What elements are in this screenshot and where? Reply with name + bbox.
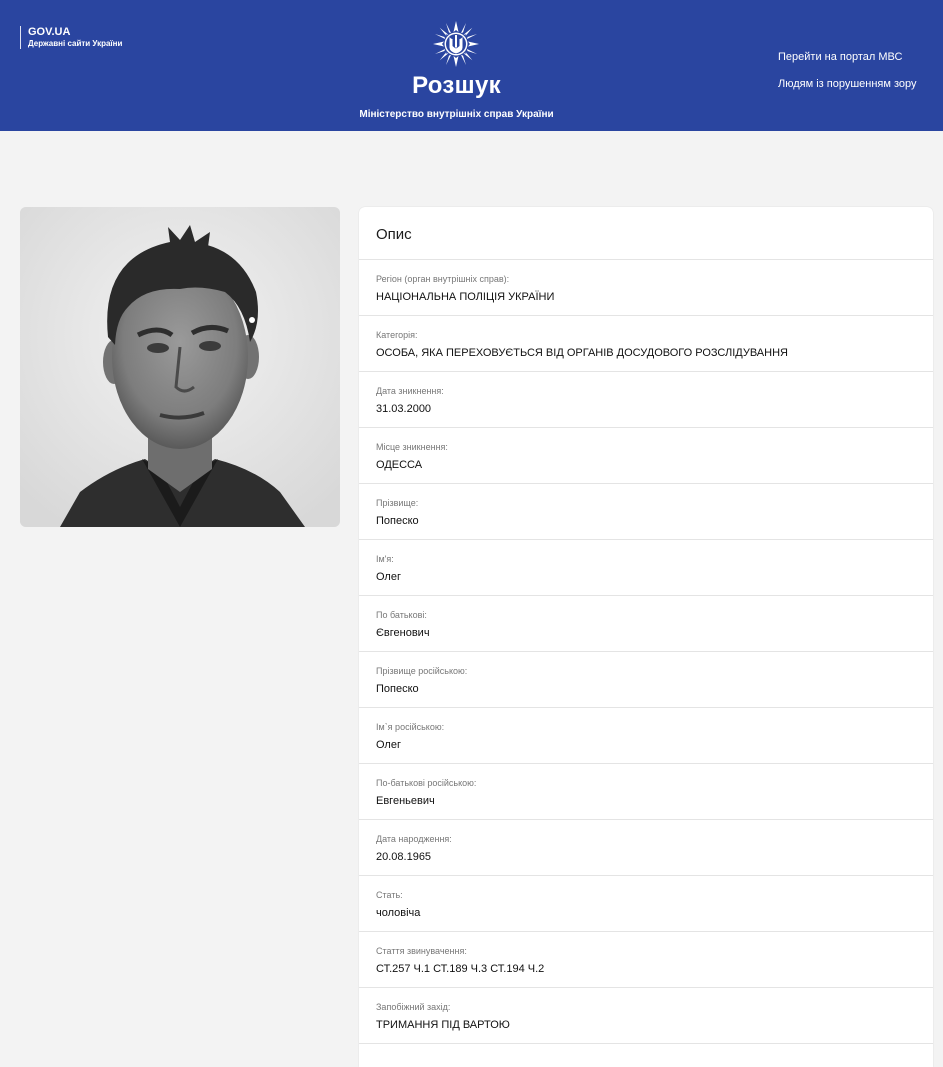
field-value: Попеско xyxy=(376,515,419,527)
field-first-name-russian: Ім`я російською: Олег xyxy=(359,708,933,764)
field-value: ОДЕССА xyxy=(376,459,423,471)
field-label: Ім'я: xyxy=(376,554,394,564)
field-label: Ім`я російською: xyxy=(376,722,445,732)
field-surname-russian: Прізвище російською: Попеско xyxy=(359,652,933,708)
field-disappearance-date: Дата зникнення: 31.03.2000 xyxy=(359,372,933,428)
field-label: Прізвище: xyxy=(376,498,419,508)
field-label: Стать: xyxy=(376,890,403,900)
field-label: Дата зникнення: xyxy=(376,386,444,396)
field-value: Олег xyxy=(376,571,401,583)
gov-ua-subtitle: Державні сайти України xyxy=(28,39,123,48)
field-label: По-батькові російською: xyxy=(376,778,477,788)
card-title: Опис xyxy=(359,207,933,260)
field-label: По батькові: xyxy=(376,610,427,620)
field-label: Дата народження: xyxy=(376,834,452,844)
field-value: Евгеньевич xyxy=(376,795,435,807)
field-disappearance-place: Місце зникнення: ОДЕССА xyxy=(359,428,933,484)
field-charge-article: Стаття звинувачення: СТ.257 Ч.1 СТ.189 Ч… xyxy=(359,932,933,988)
field-birth-date: Дата народження: 20.08.1965 xyxy=(359,820,933,876)
field-patronymic: По батькові: Євгенович xyxy=(359,596,933,652)
person-photo xyxy=(20,207,340,527)
field-label: Категорія: xyxy=(376,330,418,340)
gov-ua-title: GOV.UA xyxy=(28,26,71,38)
field-surname: Прізвище: Попеско xyxy=(359,484,933,540)
mvs-portal-link[interactable]: Перейти на портал МВС xyxy=(778,51,902,63)
field-value: СТ.257 Ч.1 СТ.189 Ч.3 СТ.194 Ч.2 xyxy=(376,963,545,975)
accessibility-link[interactable]: Людям із порушенням зору xyxy=(778,78,917,90)
field-value: чоловіча xyxy=(376,907,421,919)
field-value: Євгенович xyxy=(376,627,430,639)
field-label: Місце зникнення: xyxy=(376,442,448,452)
site-subtitle: Міністерство внутрішніх справ України xyxy=(359,109,554,120)
field-label: Регіон (орган внутрішніх справ): xyxy=(376,274,510,284)
field-region: Регіон (орган внутрішніх справ): НАЦІОНА… xyxy=(359,260,933,316)
field-first-name: Ім'я: Олег xyxy=(359,540,933,596)
field-category: Категорія: ОСОБА, ЯКА ПЕРЕХОВУЄТЬСЯ ВІД … xyxy=(359,316,933,372)
gov-ua-logo[interactable]: GOV.UA Державні сайти України xyxy=(20,26,122,49)
site-title[interactable]: Розшук xyxy=(0,72,913,100)
field-label: Прізвище російською: xyxy=(376,666,468,676)
field-value: НАЦІОНАЛЬНА ПОЛІЦІЯ УКРАЇНИ xyxy=(376,291,555,303)
field-patronymic-russian: По-батькові російською: Евгеньевич xyxy=(359,764,933,820)
field-label: Запобіжний захід: xyxy=(376,1002,451,1012)
field-sex: Стать: чоловіча xyxy=(359,876,933,932)
field-value: Олег xyxy=(376,739,401,751)
site-header: GOV.UA Державні сайти України Розшук Мін… xyxy=(0,0,943,131)
field-label: Стаття звинувачення: xyxy=(376,946,467,956)
field-value: Попеско xyxy=(376,683,419,695)
field-value: ТРИМАННЯ ПІД ВАРТОЮ xyxy=(376,1019,510,1031)
field-value: 20.08.1965 xyxy=(376,851,432,863)
field-value: 31.03.2000 xyxy=(376,403,432,415)
field-value: ОСОБА, ЯКА ПЕРЕХОВУЄТЬСЯ ВІД ОРГАНІВ ДОС… xyxy=(376,347,788,359)
field-preventive-measure: Запобіжний захід: ТРИМАННЯ ПІД ВАРТОЮ xyxy=(359,988,933,1044)
ukraine-police-emblem-icon[interactable] xyxy=(432,20,480,68)
description-card: Опис Регіон (орган внутрішніх справ): НА… xyxy=(359,207,933,1067)
